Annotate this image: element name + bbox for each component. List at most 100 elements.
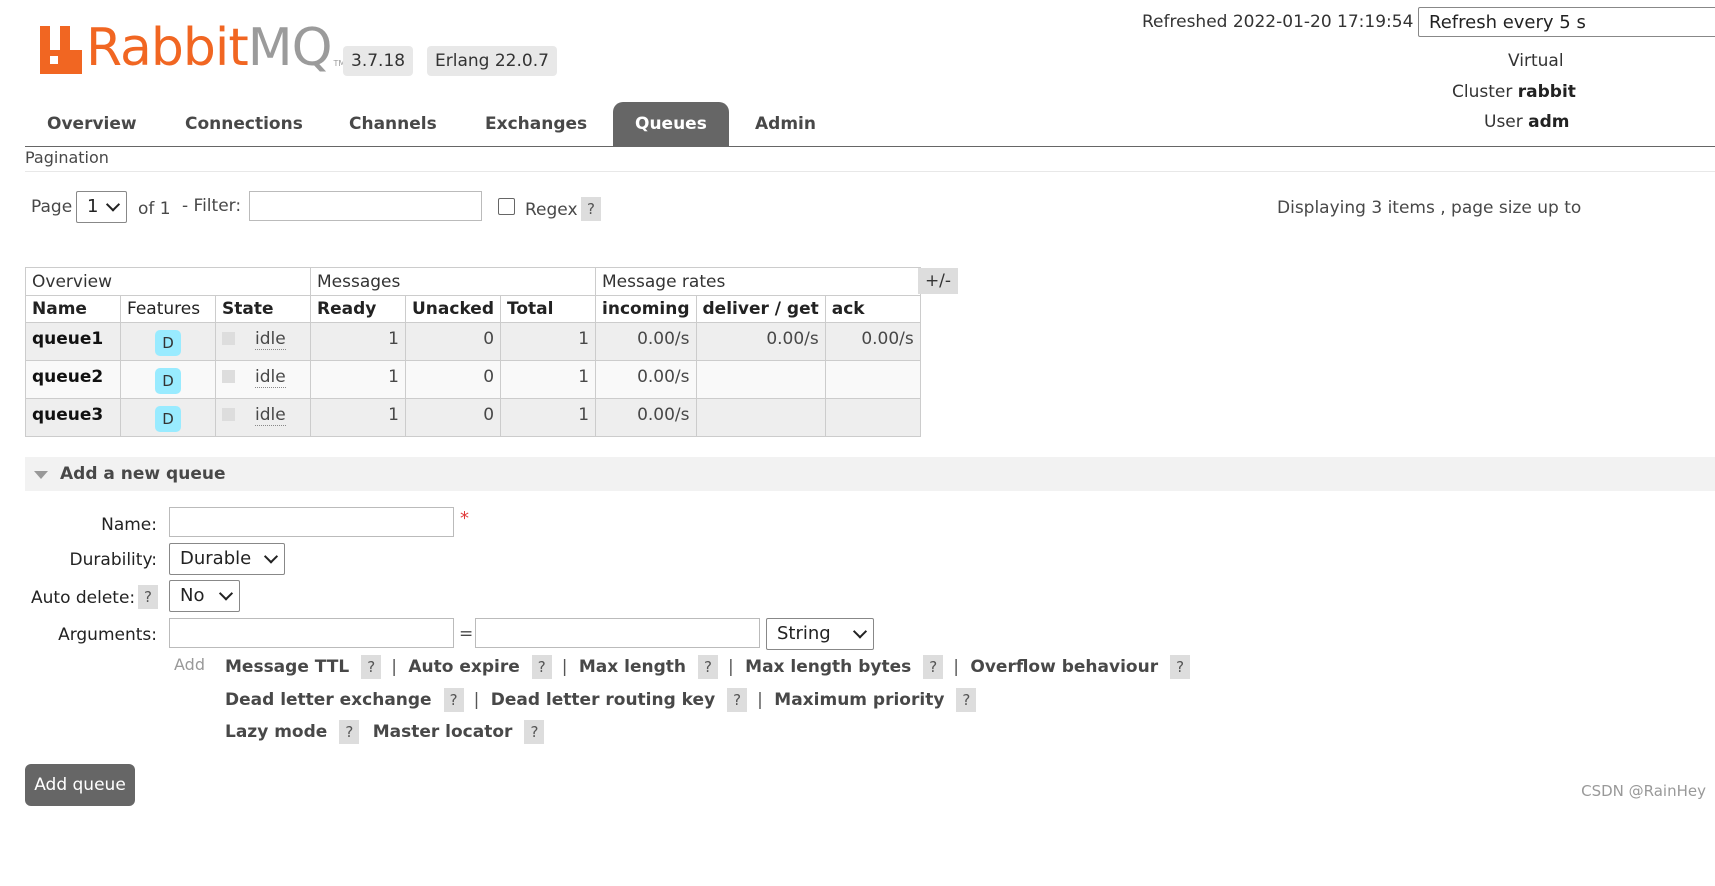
state-text: idle <box>255 329 286 350</box>
rabbit-logo-icon <box>40 26 82 74</box>
ready-cell: 1 <box>310 398 406 437</box>
dead-letter-routing-key-help-button[interactable]: ? <box>727 688 748 712</box>
filter-input[interactable] <box>249 191 482 221</box>
tab-connections[interactable]: Connections <box>163 102 325 146</box>
dead-letter-exchange-link[interactable]: Dead letter exchange <box>225 690 432 710</box>
features-cell: D <box>120 360 216 399</box>
features-cell: D <box>120 322 216 361</box>
argument-shortcuts-row-1: Message TTL? | Auto expire? | Max length? |… <box>225 655 1194 679</box>
maximum-priority-help-button[interactable]: ? <box>956 688 977 712</box>
auto-delete-help-button[interactable]: ? <box>138 585 158 609</box>
column-header-total[interactable]: Total <box>500 295 597 323</box>
page-select-value: 1 <box>87 196 99 217</box>
chevron-down-icon <box>263 549 279 564</box>
pagination-divider <box>25 171 1715 172</box>
column-header-deliver-get[interactable]: deliver / get <box>695 295 826 323</box>
master-locator-help-button[interactable]: ? <box>524 720 545 744</box>
tab-admin[interactable]: Admin <box>733 102 838 146</box>
durability-select-value: Durable <box>180 548 252 569</box>
column-header-state[interactable]: State <box>215 295 311 323</box>
dead-letter-exchange-help-button[interactable]: ? <box>443 688 464 712</box>
state-cell: idle <box>215 398 311 437</box>
chevron-down-icon <box>105 197 121 212</box>
tab-queues[interactable]: Queues <box>613 102 729 146</box>
page-select[interactable]: 1 <box>76 191 127 223</box>
total-cell: 1 <box>500 360 597 399</box>
virtual-host-label: Virtual <box>1508 51 1564 71</box>
state-cell: idle <box>215 360 311 399</box>
argument-shortcuts-row-2: Dead letter exchange? | Dead letter routi… <box>225 688 980 712</box>
tab-exchanges[interactable]: Exchanges <box>463 102 609 146</box>
max-length-bytes-help-button[interactable]: ? <box>923 655 944 679</box>
deliver-get-cell <box>695 398 826 437</box>
collapse-arrow-icon <box>34 471 48 479</box>
durability-select[interactable]: Durable <box>169 543 285 575</box>
tab-channels[interactable]: Channels <box>327 102 459 146</box>
auto-delete-select-value: No <box>180 585 205 606</box>
durability-label: Durability: <box>69 550 157 570</box>
auto-expire-link[interactable]: Auto expire <box>408 657 519 677</box>
features-cell: D <box>120 398 216 437</box>
arguments-label: Arguments: <box>58 625 157 645</box>
queues-table: Overview Messages Message rates Name Fea… <box>25 267 921 437</box>
add-queue-section-title[interactable]: Add a new queue <box>60 464 226 484</box>
required-marker: * <box>460 508 469 529</box>
group-header-message-rates: Message rates <box>595 267 921 296</box>
state-cell: idle <box>215 322 311 361</box>
equals-sign: = <box>459 624 474 644</box>
column-header-unacked[interactable]: Unacked <box>404 295 502 323</box>
column-header-incoming[interactable]: incoming <box>595 295 697 323</box>
ack-cell <box>824 360 921 399</box>
pagination-title[interactable]: Pagination <box>25 148 109 167</box>
ready-cell: 1 <box>310 360 406 399</box>
auto-delete-select[interactable]: No <box>169 580 240 612</box>
chevron-down-icon <box>852 624 868 639</box>
regex-help-button[interactable]: ? <box>581 197 601 221</box>
argument-type-select[interactable]: String <box>766 618 874 650</box>
column-header-name[interactable]: Name <box>25 295 121 323</box>
message-ttl-link[interactable]: Message TTL <box>225 657 349 677</box>
column-header-ready[interactable]: Ready <box>310 295 406 323</box>
page-label: Page <box>31 197 73 217</box>
add-queue-section-header[interactable] <box>25 457 1715 491</box>
overflow-behaviour-link[interactable]: Overflow behaviour <box>970 657 1158 677</box>
toggle-columns-button[interactable]: +/- <box>918 268 958 294</box>
column-header-features: Features <box>120 295 216 323</box>
max-length-help-button[interactable]: ? <box>698 655 719 679</box>
maximum-priority-link[interactable]: Maximum priority <box>774 690 944 710</box>
state-indicator-icon <box>222 332 235 345</box>
overflow-behaviour-help-button[interactable]: ? <box>1170 655 1191 679</box>
refresh-interval-select[interactable]: Refresh every 5 s <box>1418 7 1715 37</box>
column-header-ack[interactable]: ack <box>824 295 921 323</box>
durable-badge: D <box>155 406 181 432</box>
table-row: queue2 D idle 1 0 1 0.00/s <box>25 360 921 399</box>
table-row: queue3 D idle 1 0 1 0.00/s <box>25 398 921 437</box>
queue-name-link[interactable]: queue2 <box>25 360 121 399</box>
incoming-cell: 0.00/s <box>595 360 697 399</box>
message-ttl-help-button[interactable]: ? <box>361 655 382 679</box>
total-cell: 1 <box>500 398 597 437</box>
queue-name-link[interactable]: queue1 <box>25 322 121 361</box>
lazy-mode-link[interactable]: Lazy mode <box>225 722 327 742</box>
argument-key-input[interactable] <box>169 618 454 648</box>
ready-cell: 1 <box>310 322 406 361</box>
lazy-mode-help-button[interactable]: ? <box>339 720 360 744</box>
deliver-get-cell: 0.00/s <box>695 322 826 361</box>
auto-expire-help-button[interactable]: ? <box>531 655 552 679</box>
regex-checkbox[interactable] <box>498 198 515 215</box>
group-header-overview: Overview <box>25 267 311 296</box>
page-count: of 1 <box>138 199 171 219</box>
queue-name-link[interactable]: queue3 <box>25 398 121 437</box>
max-length-bytes-link[interactable]: Max length bytes <box>745 657 911 677</box>
max-length-link[interactable]: Max length <box>579 657 686 677</box>
chevron-down-icon <box>218 586 234 601</box>
master-locator-link[interactable]: Master locator <box>373 722 513 742</box>
add-queue-button[interactable]: Add queue <box>25 764 135 806</box>
state-indicator-icon <box>222 370 235 383</box>
queue-name-input[interactable] <box>169 507 454 537</box>
version-badge: 3.7.18 <box>343 46 414 76</box>
dead-letter-routing-key-link[interactable]: Dead letter routing key <box>491 690 715 710</box>
displaying-items-text: Displaying 3 items , page size up to <box>1277 198 1582 218</box>
tab-overview[interactable]: Overview <box>25 102 159 146</box>
argument-value-input[interactable] <box>475 618 760 648</box>
